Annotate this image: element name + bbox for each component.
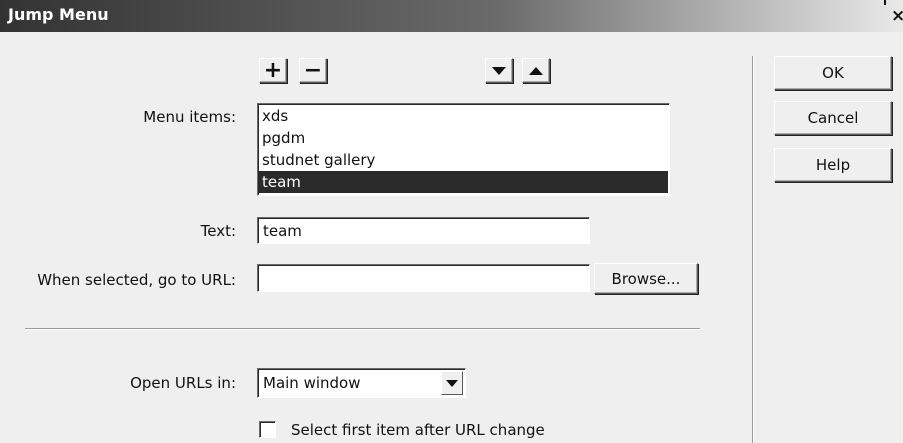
select-first-label: Select first item after URL change	[291, 421, 545, 439]
down-triangle-icon	[492, 66, 506, 75]
text-input[interactable]: team	[257, 217, 590, 244]
list-item[interactable]: pgdm	[262, 127, 305, 149]
up-triangle-icon	[529, 66, 543, 75]
text-input-value: team	[263, 222, 302, 240]
add-item-button[interactable]: +	[259, 58, 287, 83]
plus-icon: +	[263, 57, 283, 83]
move-up-button[interactable]	[522, 58, 550, 83]
text-label: Text:	[200, 222, 236, 240]
menu-items-label: Menu items:	[143, 108, 236, 126]
minus-icon: −	[303, 57, 323, 83]
list-item[interactable]: studnet gallery	[262, 149, 375, 171]
dropdown-button[interactable]	[441, 371, 463, 395]
remove-item-button[interactable]: −	[299, 58, 327, 83]
list-item[interactable]: xds	[262, 105, 288, 127]
title-bar[interactable]: Jump Menu ×	[0, 0, 903, 32]
open-in-select[interactable]: Main window	[257, 368, 466, 398]
cancel-button[interactable]: Cancel	[774, 101, 892, 135]
vertical-divider	[752, 56, 754, 443]
help-button[interactable]: Help	[774, 148, 892, 182]
title-bar-mark	[884, 0, 886, 5]
close-icon[interactable]: ×	[891, 8, 903, 25]
open-in-label: Open URLs in:	[130, 374, 236, 392]
url-input[interactable]	[257, 264, 590, 292]
url-label: When selected, go to URL:	[37, 271, 236, 289]
menu-items-list[interactable]: xds pgdm studnet gallery team	[257, 103, 670, 196]
select-first-checkbox[interactable]	[259, 421, 276, 438]
chevron-down-icon	[446, 379, 458, 387]
move-down-button[interactable]	[485, 58, 513, 83]
horizontal-divider	[25, 328, 700, 330]
window-title: Jump Menu	[8, 5, 109, 24]
browse-button[interactable]: Browse...	[594, 263, 698, 294]
open-in-value: Main window	[263, 374, 361, 392]
ok-button[interactable]: OK	[774, 56, 892, 90]
list-item-selected[interactable]: team	[259, 171, 668, 193]
